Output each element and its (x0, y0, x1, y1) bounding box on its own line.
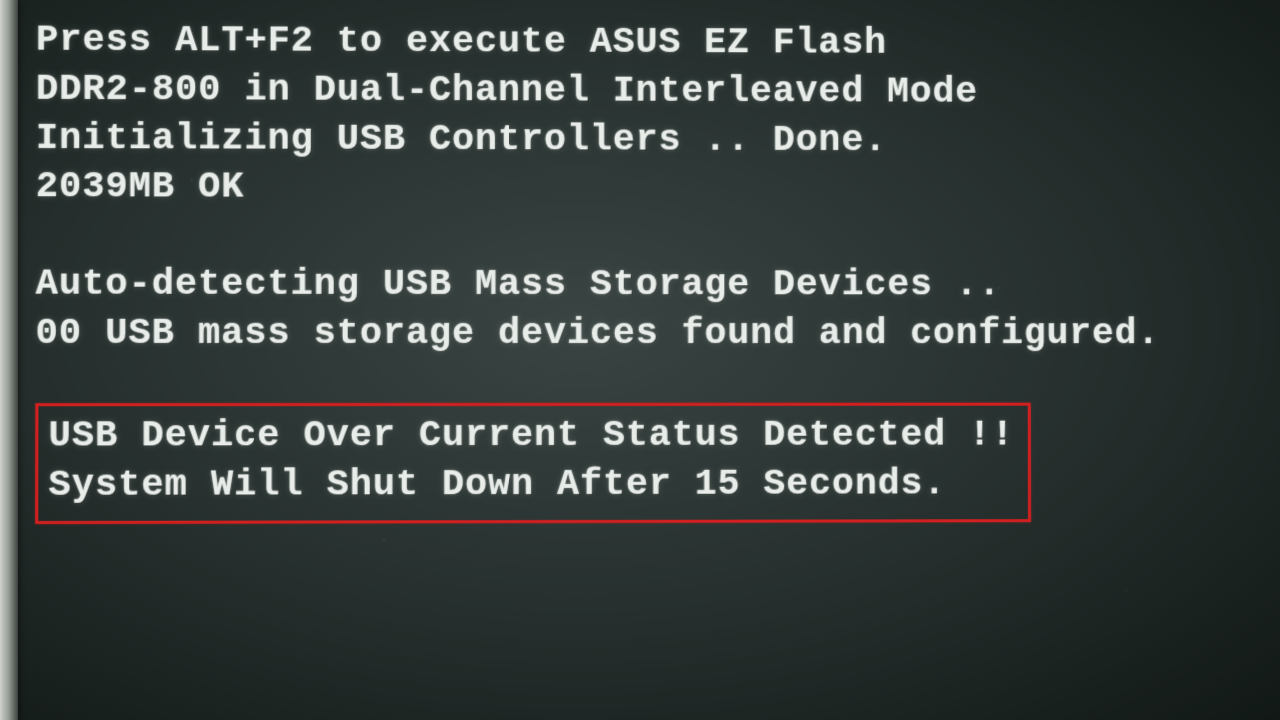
error-highlight-box: USB Device Over Current Status Detected … (35, 403, 1031, 524)
bios-line-mem-check: 2039MB OK (36, 164, 1273, 215)
bios-post-screen: Press ALT+F2 to execute ASUS EZ Flash DD… (0, 0, 1274, 720)
bios-line-usb-detect: Auto-detecting USB Mass Storage Devices … (36, 261, 1273, 311)
bios-error-line-2: System Will Shut Down After 15 Seconds. (48, 460, 1014, 510)
blank-line (35, 359, 1273, 401)
bios-line-usb-init: Initializing USB Controllers .. Done. (36, 115, 1272, 167)
blank-line (36, 213, 1273, 263)
bios-line-memory-mode: DDR2-800 in Dual-Channel Interleaved Mod… (36, 66, 1272, 119)
bios-error-line-1: USB Device Over Current Status Detected … (48, 412, 1014, 462)
bios-line-ezflash: Press ALT+F2 to execute ASUS EZ Flash (36, 17, 1272, 70)
bios-line-usb-found: 00 USB mass storage devices found and co… (35, 310, 1272, 359)
